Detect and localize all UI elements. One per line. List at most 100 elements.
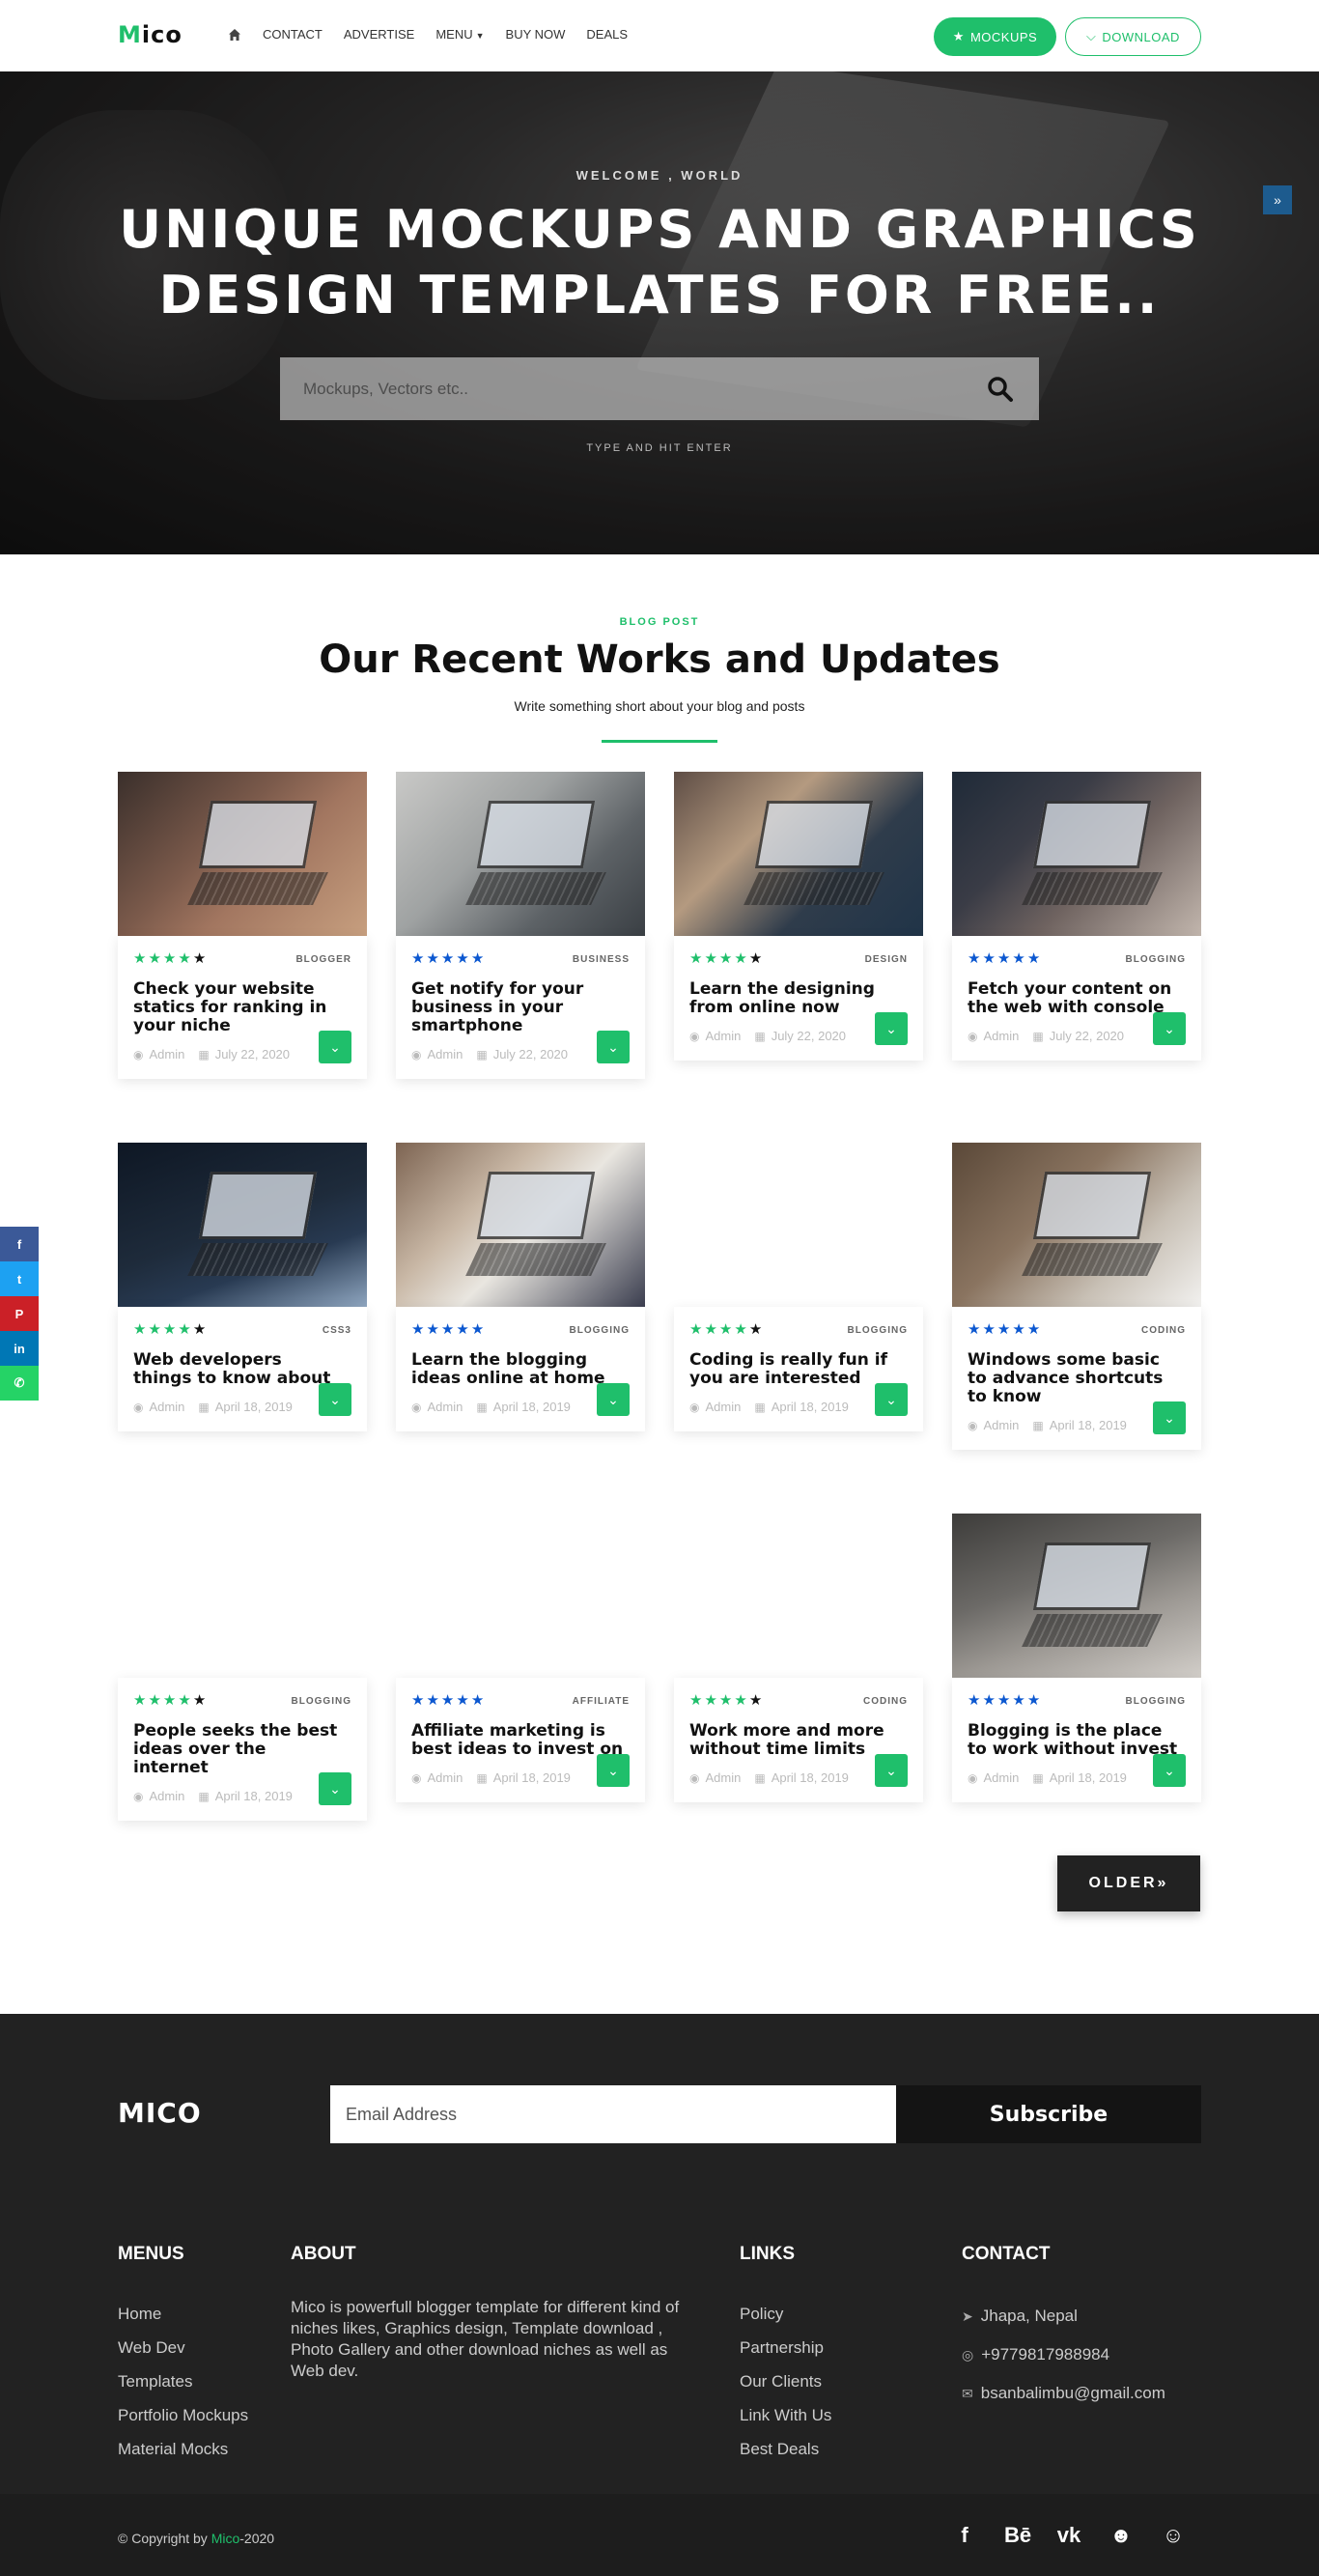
post-thumbnail[interactable] (118, 1143, 367, 1307)
twitter-icon[interactable]: t (0, 1261, 39, 1296)
footer-link-link-with-us[interactable]: Link With Us (740, 2398, 831, 2432)
post-title[interactable]: Learn the designing from online now (689, 980, 908, 1017)
post-category[interactable]: BUSINESS (573, 954, 630, 965)
behance-icon[interactable]: Bē (1004, 2523, 1031, 2548)
post-thumbnail[interactable] (952, 1514, 1201, 1678)
nav-menu[interactable]: MENU ▼ (435, 27, 484, 42)
post-category[interactable]: AFFILIATE (573, 1696, 630, 1707)
nav-contact[interactable]: CONTACT (263, 27, 323, 42)
chevron-down-icon[interactable]: ⌄ (319, 1772, 351, 1805)
chevron-down-icon[interactable]: ⌄ (875, 1383, 908, 1416)
linkedin-icon[interactable]: in (0, 1331, 39, 1366)
post-title[interactable]: Check your website statics for ranking i… (133, 980, 351, 1035)
post-category[interactable]: CSS3 (323, 1325, 351, 1336)
blog-post-card[interactable]: ★ ★ ★ ★ ★ CODING Work more and more without ti… (674, 1514, 923, 1802)
chevron-down-icon[interactable]: ⌄ (1153, 1401, 1186, 1434)
post-title[interactable]: Affiliate marketing is best ideas to inv… (411, 1722, 630, 1759)
post-category[interactable]: BLOGGER (295, 954, 351, 965)
search-button[interactable] (962, 357, 1039, 420)
blog-post-card[interactable]: ★ ★ ★ ★ ★ CODING Windows some basic to advance… (952, 1143, 1201, 1450)
footer-link-best-deals[interactable]: Best Deals (740, 2432, 831, 2466)
post-title[interactable]: Blogging is the place to work without in… (968, 1722, 1186, 1759)
post-thumbnail[interactable] (674, 1514, 923, 1678)
blog-post-card[interactable]: ★ ★ ★ ★ ★ BLOGGING Coding is really fun if you… (674, 1143, 923, 1431)
chevron-down-icon[interactable]: ⌄ (319, 1031, 351, 1063)
post-thumbnail[interactable] (396, 772, 645, 936)
blog-post-card[interactable]: ★ ★ ★ ★ ★ BLOGGING Learn the blogging ideas on… (396, 1143, 645, 1431)
contact-phone[interactable]: +9779817988984 (981, 2345, 1109, 2364)
footer-link-our-clients[interactable]: Our Clients (740, 2364, 831, 2398)
download-button[interactable]: ⌵ DOWNLOAD (1065, 17, 1201, 56)
blog-post-card[interactable]: ★ ★ ★ ★ ★ AFFILIATE Affiliate marketing is bes… (396, 1514, 645, 1802)
blog-post-card[interactable]: ★ ★ ★ ★ ★ BLOGGING People seeks the best ideas… (118, 1514, 367, 1821)
post-title[interactable]: Learn the blogging ideas online at home (411, 1351, 630, 1388)
chevron-down-icon[interactable]: ⌄ (1153, 1754, 1186, 1787)
chevron-down-icon[interactable]: ⌄ (597, 1383, 630, 1416)
footer-logo[interactable]: MICO (118, 2097, 202, 2129)
subscribe-button[interactable]: Subscribe (896, 2085, 1201, 2143)
post-category[interactable]: BLOGGING (292, 1696, 351, 1707)
post-thumbnail[interactable] (674, 1143, 923, 1307)
post-thumbnail[interactable] (396, 1514, 645, 1678)
older-posts-button[interactable]: OLDER» (1057, 1855, 1200, 1911)
star-icon: ★ (440, 1321, 455, 1338)
site-logo[interactable]: Mico (118, 21, 182, 48)
post-title[interactable]: Web developers things to know about (133, 1351, 351, 1388)
footer-link-policy[interactable]: Policy (740, 2297, 831, 2331)
footer-menu-material-mocks[interactable]: Material Mocks (118, 2432, 248, 2466)
post-thumbnail[interactable] (118, 1514, 367, 1678)
post-category[interactable]: BLOGGING (1126, 954, 1186, 965)
blog-post-card[interactable]: ★ ★ ★ ★ ★ BLOGGING Fetch your content on the w… (952, 772, 1201, 1061)
blog-post-card[interactable]: ★ ★ ★ ★ ★ DESIGN Learn the designing from onli… (674, 772, 923, 1061)
post-category[interactable]: CODING (1141, 1325, 1186, 1336)
chevron-down-icon[interactable]: ⌄ (875, 1754, 908, 1787)
post-thumbnail[interactable] (674, 772, 923, 936)
contact-email[interactable]: bsanbalimbu@gmail.com (981, 2384, 1165, 2402)
footer-menu-home[interactable]: Home (118, 2297, 248, 2331)
search-input[interactable] (280, 357, 962, 420)
post-thumbnail[interactable] (118, 772, 367, 936)
home-icon[interactable] (228, 28, 241, 42)
copyright-brand-link[interactable]: Mico (211, 2531, 240, 2546)
chevron-down-icon[interactable]: ⌄ (597, 1754, 630, 1787)
blog-post-card[interactable]: ★ ★ ★ ★ ★ BUSINESS Get notify for your busines… (396, 772, 645, 1079)
post-category[interactable]: BLOGGING (848, 1325, 908, 1336)
post-category[interactable]: BLOGGING (570, 1325, 630, 1336)
reddit-icon[interactable]: ☻ (1109, 2523, 1134, 2548)
post-thumbnail[interactable] (396, 1143, 645, 1307)
footer-menu-web-dev[interactable]: Web Dev (118, 2331, 248, 2364)
post-category[interactable]: BLOGGING (1126, 1696, 1186, 1707)
star-icon: ★ (689, 950, 703, 967)
post-title[interactable]: Work more and more without time limits (689, 1722, 908, 1759)
chevron-down-icon[interactable]: ⌄ (319, 1383, 351, 1416)
snapchat-icon[interactable]: ☺ (1161, 2523, 1186, 2548)
newsletter-email-input[interactable] (330, 2085, 896, 2143)
post-title[interactable]: Fetch your content on the web with conso… (968, 980, 1186, 1017)
post-thumbnail[interactable] (952, 772, 1201, 936)
facebook-icon[interactable]: f (0, 1227, 39, 1261)
whatsapp-icon[interactable]: ✆ (0, 1366, 39, 1401)
chevron-down-icon[interactable]: ⌄ (597, 1031, 630, 1063)
chevron-down-icon[interactable]: ⌄ (875, 1012, 908, 1045)
post-category[interactable]: CODING (863, 1696, 908, 1707)
nav-deals[interactable]: DEALS (586, 27, 628, 42)
chevron-down-icon[interactable]: ⌄ (1153, 1012, 1186, 1045)
footer-menu-templates[interactable]: Templates (118, 2364, 248, 2398)
post-title[interactable]: People seeks the best ideas over the int… (133, 1722, 351, 1777)
post-title[interactable]: Get notify for your business in your sma… (411, 980, 630, 1035)
post-thumbnail[interactable] (952, 1143, 1201, 1307)
footer-link-partnership[interactable]: Partnership (740, 2331, 831, 2364)
post-title[interactable]: Windows some basic to advance shortcuts … (968, 1351, 1186, 1406)
mockups-button[interactable]: ★ MOCKUPS (934, 17, 1056, 56)
facebook-icon[interactable]: f (952, 2523, 977, 2548)
footer-menu-portfolio-mockups[interactable]: Portfolio Mockups (118, 2398, 248, 2432)
post-category[interactable]: DESIGN (865, 954, 908, 965)
blog-post-card[interactable]: ★ ★ ★ ★ ★ BLOGGER Check your website statics f… (118, 772, 367, 1079)
blog-post-card[interactable]: ★ ★ ★ ★ ★ BLOGGING Blogging is the place to wo… (952, 1514, 1201, 1802)
nav-advertise[interactable]: ADVERTISE (344, 27, 414, 42)
vk-icon[interactable]: vk (1056, 2523, 1081, 2548)
post-title[interactable]: Coding is really fun if you are interest… (689, 1351, 908, 1388)
pinterest-icon[interactable]: P (0, 1296, 39, 1331)
nav-buy-now[interactable]: BUY NOW (506, 27, 566, 42)
blog-post-card[interactable]: ★ ★ ★ ★ ★ CSS3 Web developers things to know a… (118, 1143, 367, 1431)
